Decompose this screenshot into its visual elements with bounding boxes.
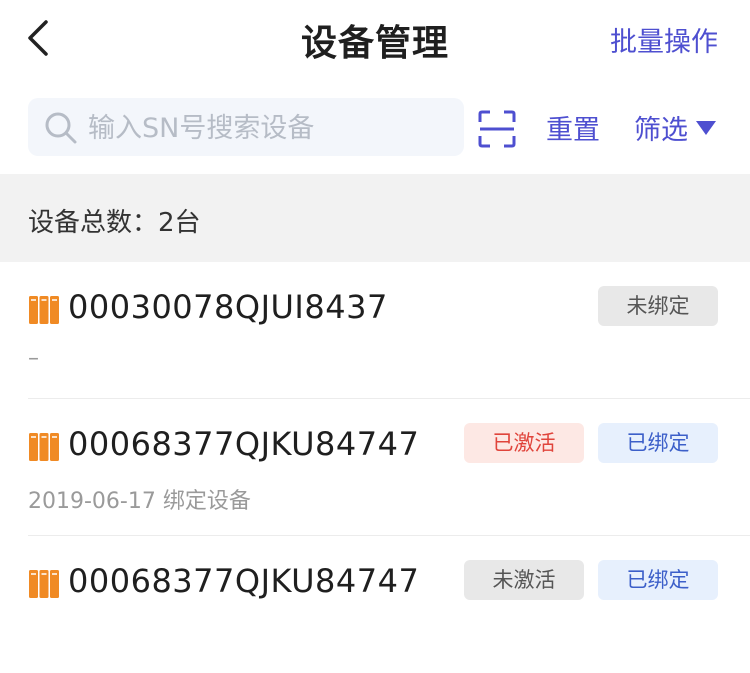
binding-status-badge: 已绑定 bbox=[598, 560, 718, 600]
scan-icon bbox=[478, 110, 516, 148]
activation-status-badge: 已激活 bbox=[464, 423, 584, 463]
filter-button[interactable]: 筛选 bbox=[634, 108, 716, 147]
nav-bar: 设备管理 批量操作 bbox=[0, 0, 750, 80]
scan-button[interactable] bbox=[478, 110, 516, 148]
list-item[interactable]: 00030078QJUI8437 – 未绑定 bbox=[0, 262, 750, 399]
device-count-bar: 设备总数：2台 bbox=[0, 174, 750, 262]
filter-label: 筛选 bbox=[634, 115, 688, 146]
reset-button[interactable]: 重置 bbox=[546, 108, 600, 147]
search-toolbar: 重置 筛选 bbox=[0, 92, 750, 162]
search-input[interactable] bbox=[86, 106, 460, 150]
search-box[interactable] bbox=[28, 98, 464, 156]
search-icon bbox=[45, 112, 77, 144]
device-subtitle: – bbox=[28, 346, 39, 371]
list-item[interactable]: 00068377QJKU84747 2019-06-17 绑定设备 已激活 已绑… bbox=[0, 399, 750, 536]
device-list: 00030078QJUI8437 – 未绑定 00068377QJKU84747… bbox=[0, 262, 750, 673]
device-icon bbox=[29, 296, 59, 324]
activation-status-badge: 未激活 bbox=[464, 560, 584, 600]
device-count: 设备总数：2台 bbox=[28, 208, 201, 238]
device-sn: 00068377QJKU84747 bbox=[68, 562, 420, 600]
batch-operation-button[interactable]: 批量操作 bbox=[610, 20, 718, 59]
device-sn: 00030078QJUI8437 bbox=[68, 288, 388, 326]
binding-status-badge: 已绑定 bbox=[598, 423, 718, 463]
device-icon bbox=[29, 570, 59, 598]
list-item[interactable]: 00068377QJKU84747 未激活 已绑定 bbox=[0, 536, 750, 673]
device-icon bbox=[29, 433, 59, 461]
triangle-down-icon bbox=[696, 121, 716, 135]
device-subtitle: 2019-06-17 绑定设备 bbox=[28, 489, 251, 514]
binding-status-badge: 未绑定 bbox=[598, 286, 718, 326]
device-sn: 00068377QJKU84747 bbox=[68, 425, 420, 463]
